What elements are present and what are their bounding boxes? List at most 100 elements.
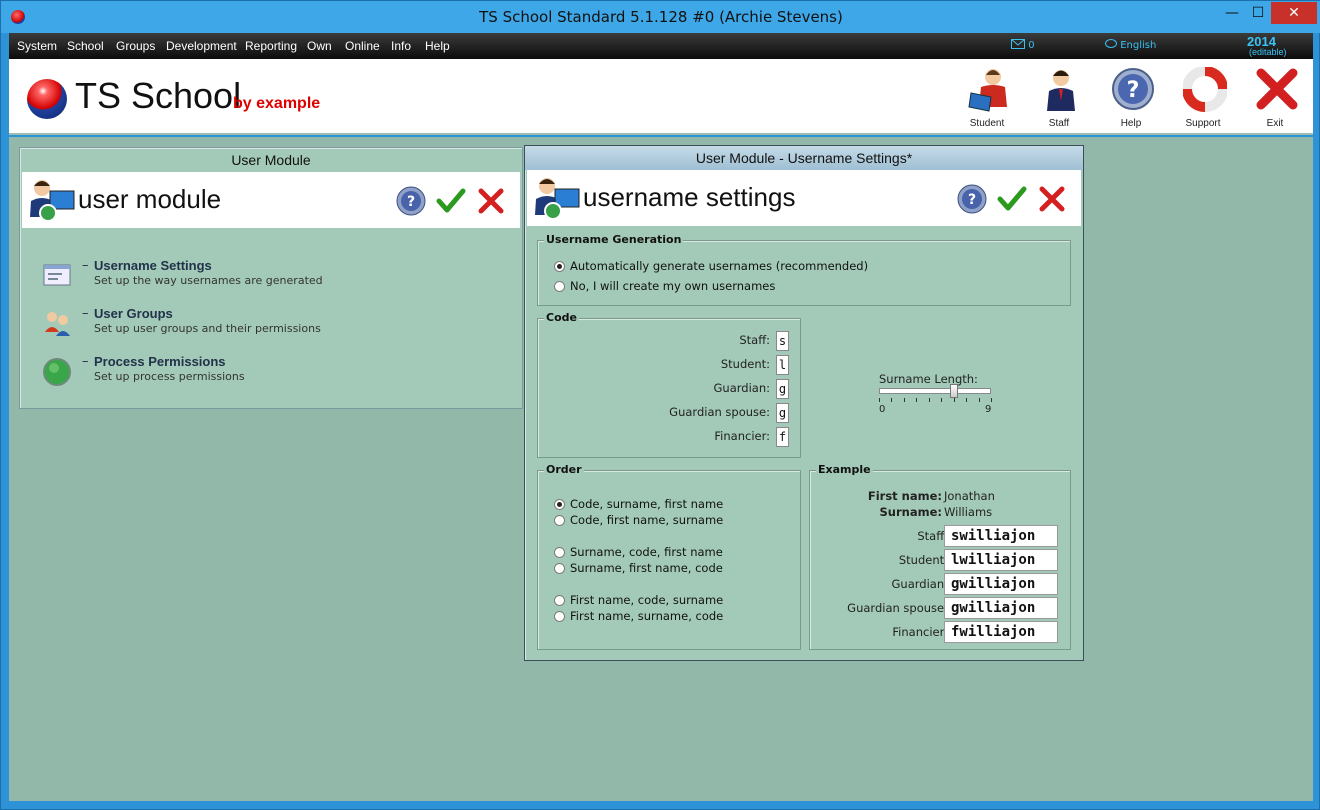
link-dash: – xyxy=(82,354,89,369)
staff-icon xyxy=(1047,70,1075,111)
example-label-guardian-spouse: Guardian spouse: xyxy=(847,601,948,615)
menu-online[interactable]: Online xyxy=(345,39,380,53)
logo-subtitle: by example xyxy=(233,95,321,112)
user-module-header: user module ? xyxy=(22,172,520,228)
cancel-x-icon[interactable] xyxy=(1037,184,1067,214)
example-output-student: lwilliajon xyxy=(944,549,1058,571)
username-settings-panel: User Module - Username Settings* usernam… xyxy=(524,145,1084,661)
close-button[interactable]: ✕ xyxy=(1271,2,1317,24)
user-computer-icon xyxy=(535,178,580,220)
checkmark-icon[interactable] xyxy=(436,186,466,216)
slider-tick xyxy=(978,398,980,402)
help-label: Help xyxy=(1120,118,1142,129)
code-label-guardian: Guardian: xyxy=(713,381,770,395)
menu-own[interactable]: Own xyxy=(307,39,332,53)
slider-thumb[interactable] xyxy=(949,384,958,398)
app-header: TS School by example Student Staff ? Hel… xyxy=(9,59,1313,135)
radio-button-selected[interactable] xyxy=(554,499,565,510)
link-process-permissions[interactable]: – Process Permissions Set up process per… xyxy=(42,354,502,394)
speech-bubble-icon xyxy=(1105,39,1117,48)
link-description: Set up the way usernames are generated xyxy=(94,274,323,287)
code-label-financier: Financier: xyxy=(714,429,770,443)
order-group: Order Code, surname, first name Code, fi… xyxy=(537,463,801,650)
radio-button[interactable] xyxy=(554,281,565,292)
radio-label: Code, first name, surname xyxy=(570,513,724,527)
checkmark-icon[interactable] xyxy=(997,184,1027,214)
help-button[interactable]: ? Help xyxy=(1101,59,1161,135)
cancel-x-icon[interactable] xyxy=(476,186,506,216)
svg-text:?: ? xyxy=(407,194,415,210)
surname-length-slider[interactable]: Surname Length: 0 9 xyxy=(877,372,997,426)
slider-min-label: 0 xyxy=(879,404,886,415)
example-group: Example First name: Jonathan Surname: Wi… xyxy=(809,463,1071,650)
example-label-guardian: Guardian: xyxy=(891,577,948,591)
logo-text: TS School xyxy=(75,75,242,116)
link-dash: – xyxy=(82,258,89,273)
group-label: Code xyxy=(544,311,579,324)
user-module-title: User Module xyxy=(231,152,311,168)
group-label: Username Generation xyxy=(544,233,684,246)
link-username-settings[interactable]: – Username Settings Set up the way usern… xyxy=(42,258,502,298)
exit-label: Exit xyxy=(1266,118,1284,129)
radio-button[interactable] xyxy=(554,611,565,622)
menu-system[interactable]: System xyxy=(17,39,57,53)
menu-school[interactable]: School xyxy=(67,39,104,53)
user-module-panel: User Module user module ? – Username Set… xyxy=(19,147,523,409)
radio-button[interactable] xyxy=(554,547,565,558)
example-first-name-label: First name: xyxy=(867,489,942,503)
student-button[interactable]: Student xyxy=(957,59,1017,135)
radio-label: No, I will create my own usernames xyxy=(570,279,776,293)
language-label: English xyxy=(1120,40,1157,51)
username-settings-header: username settings ? xyxy=(527,170,1081,226)
language-selector[interactable]: English xyxy=(1105,39,1156,51)
help-icon[interactable]: ? xyxy=(957,184,987,214)
code-input-staff[interactable]: s xyxy=(776,331,789,351)
workspace: User Module user module ? – Username Set… xyxy=(9,137,1313,801)
surname-length-label: Surname Length: xyxy=(879,372,978,386)
slider-tick xyxy=(891,398,893,402)
username-settings-heading: username settings xyxy=(583,182,796,212)
slider-tick xyxy=(966,398,968,402)
menu-reporting[interactable]: Reporting xyxy=(245,39,297,53)
link-user-groups[interactable]: – User Groups Set up user groups and the… xyxy=(42,306,502,346)
radio-label: Automatically generate usernames (recomm… xyxy=(570,259,869,273)
radio-label: Code, surname, first name xyxy=(570,497,724,511)
radio-button[interactable] xyxy=(554,595,565,606)
code-label-staff: Staff: xyxy=(739,333,770,347)
link-title: Process Permissions xyxy=(94,354,226,369)
green-circle-icon xyxy=(43,358,71,386)
radio-label: First name, code, surname xyxy=(570,593,724,607)
menu-info[interactable]: Info xyxy=(391,39,411,53)
menu-groups[interactable]: Groups xyxy=(116,39,155,53)
radio-label: First name, surname, code xyxy=(570,609,724,623)
radio-button[interactable] xyxy=(554,515,565,526)
example-output-financier: fwilliajon xyxy=(944,621,1058,643)
staff-label: Staff xyxy=(1048,118,1070,129)
example-label-financier: Financier: xyxy=(892,625,948,639)
code-input-student[interactable]: l xyxy=(776,355,789,375)
link-title: Username Settings xyxy=(94,258,212,273)
help-icon[interactable]: ? xyxy=(396,186,426,216)
slider-tick xyxy=(953,398,955,402)
student-icon xyxy=(968,69,1007,112)
slider-tick xyxy=(941,398,943,402)
slider-tick xyxy=(916,398,918,402)
exit-button[interactable]: Exit xyxy=(1245,59,1305,135)
code-group: Code Staff: s Student: l Guardian: g Gua… xyxy=(537,311,801,458)
staff-button[interactable]: Staff xyxy=(1029,59,1089,135)
window-title: TS School Standard 5.1.128 #0 (Archie St… xyxy=(479,8,843,26)
example-surname-label: Surname: xyxy=(879,505,942,519)
radio-button-selected[interactable] xyxy=(554,261,565,272)
maximize-button[interactable]: ☐ xyxy=(1245,2,1271,24)
code-input-financier[interactable]: f xyxy=(776,427,789,447)
minimize-button[interactable]: — xyxy=(1219,2,1245,24)
code-input-guardian-spouse[interactable]: g xyxy=(776,403,789,423)
slider-tick xyxy=(903,398,905,402)
menu-development[interactable]: Development xyxy=(166,39,237,53)
menu-help[interactable]: Help xyxy=(425,39,450,53)
slider-track[interactable] xyxy=(879,388,991,394)
code-input-guardian[interactable]: g xyxy=(776,379,789,399)
support-button[interactable]: Support xyxy=(1173,59,1233,135)
mail-indicator[interactable]: 0 xyxy=(1011,39,1035,51)
radio-button[interactable] xyxy=(554,563,565,574)
